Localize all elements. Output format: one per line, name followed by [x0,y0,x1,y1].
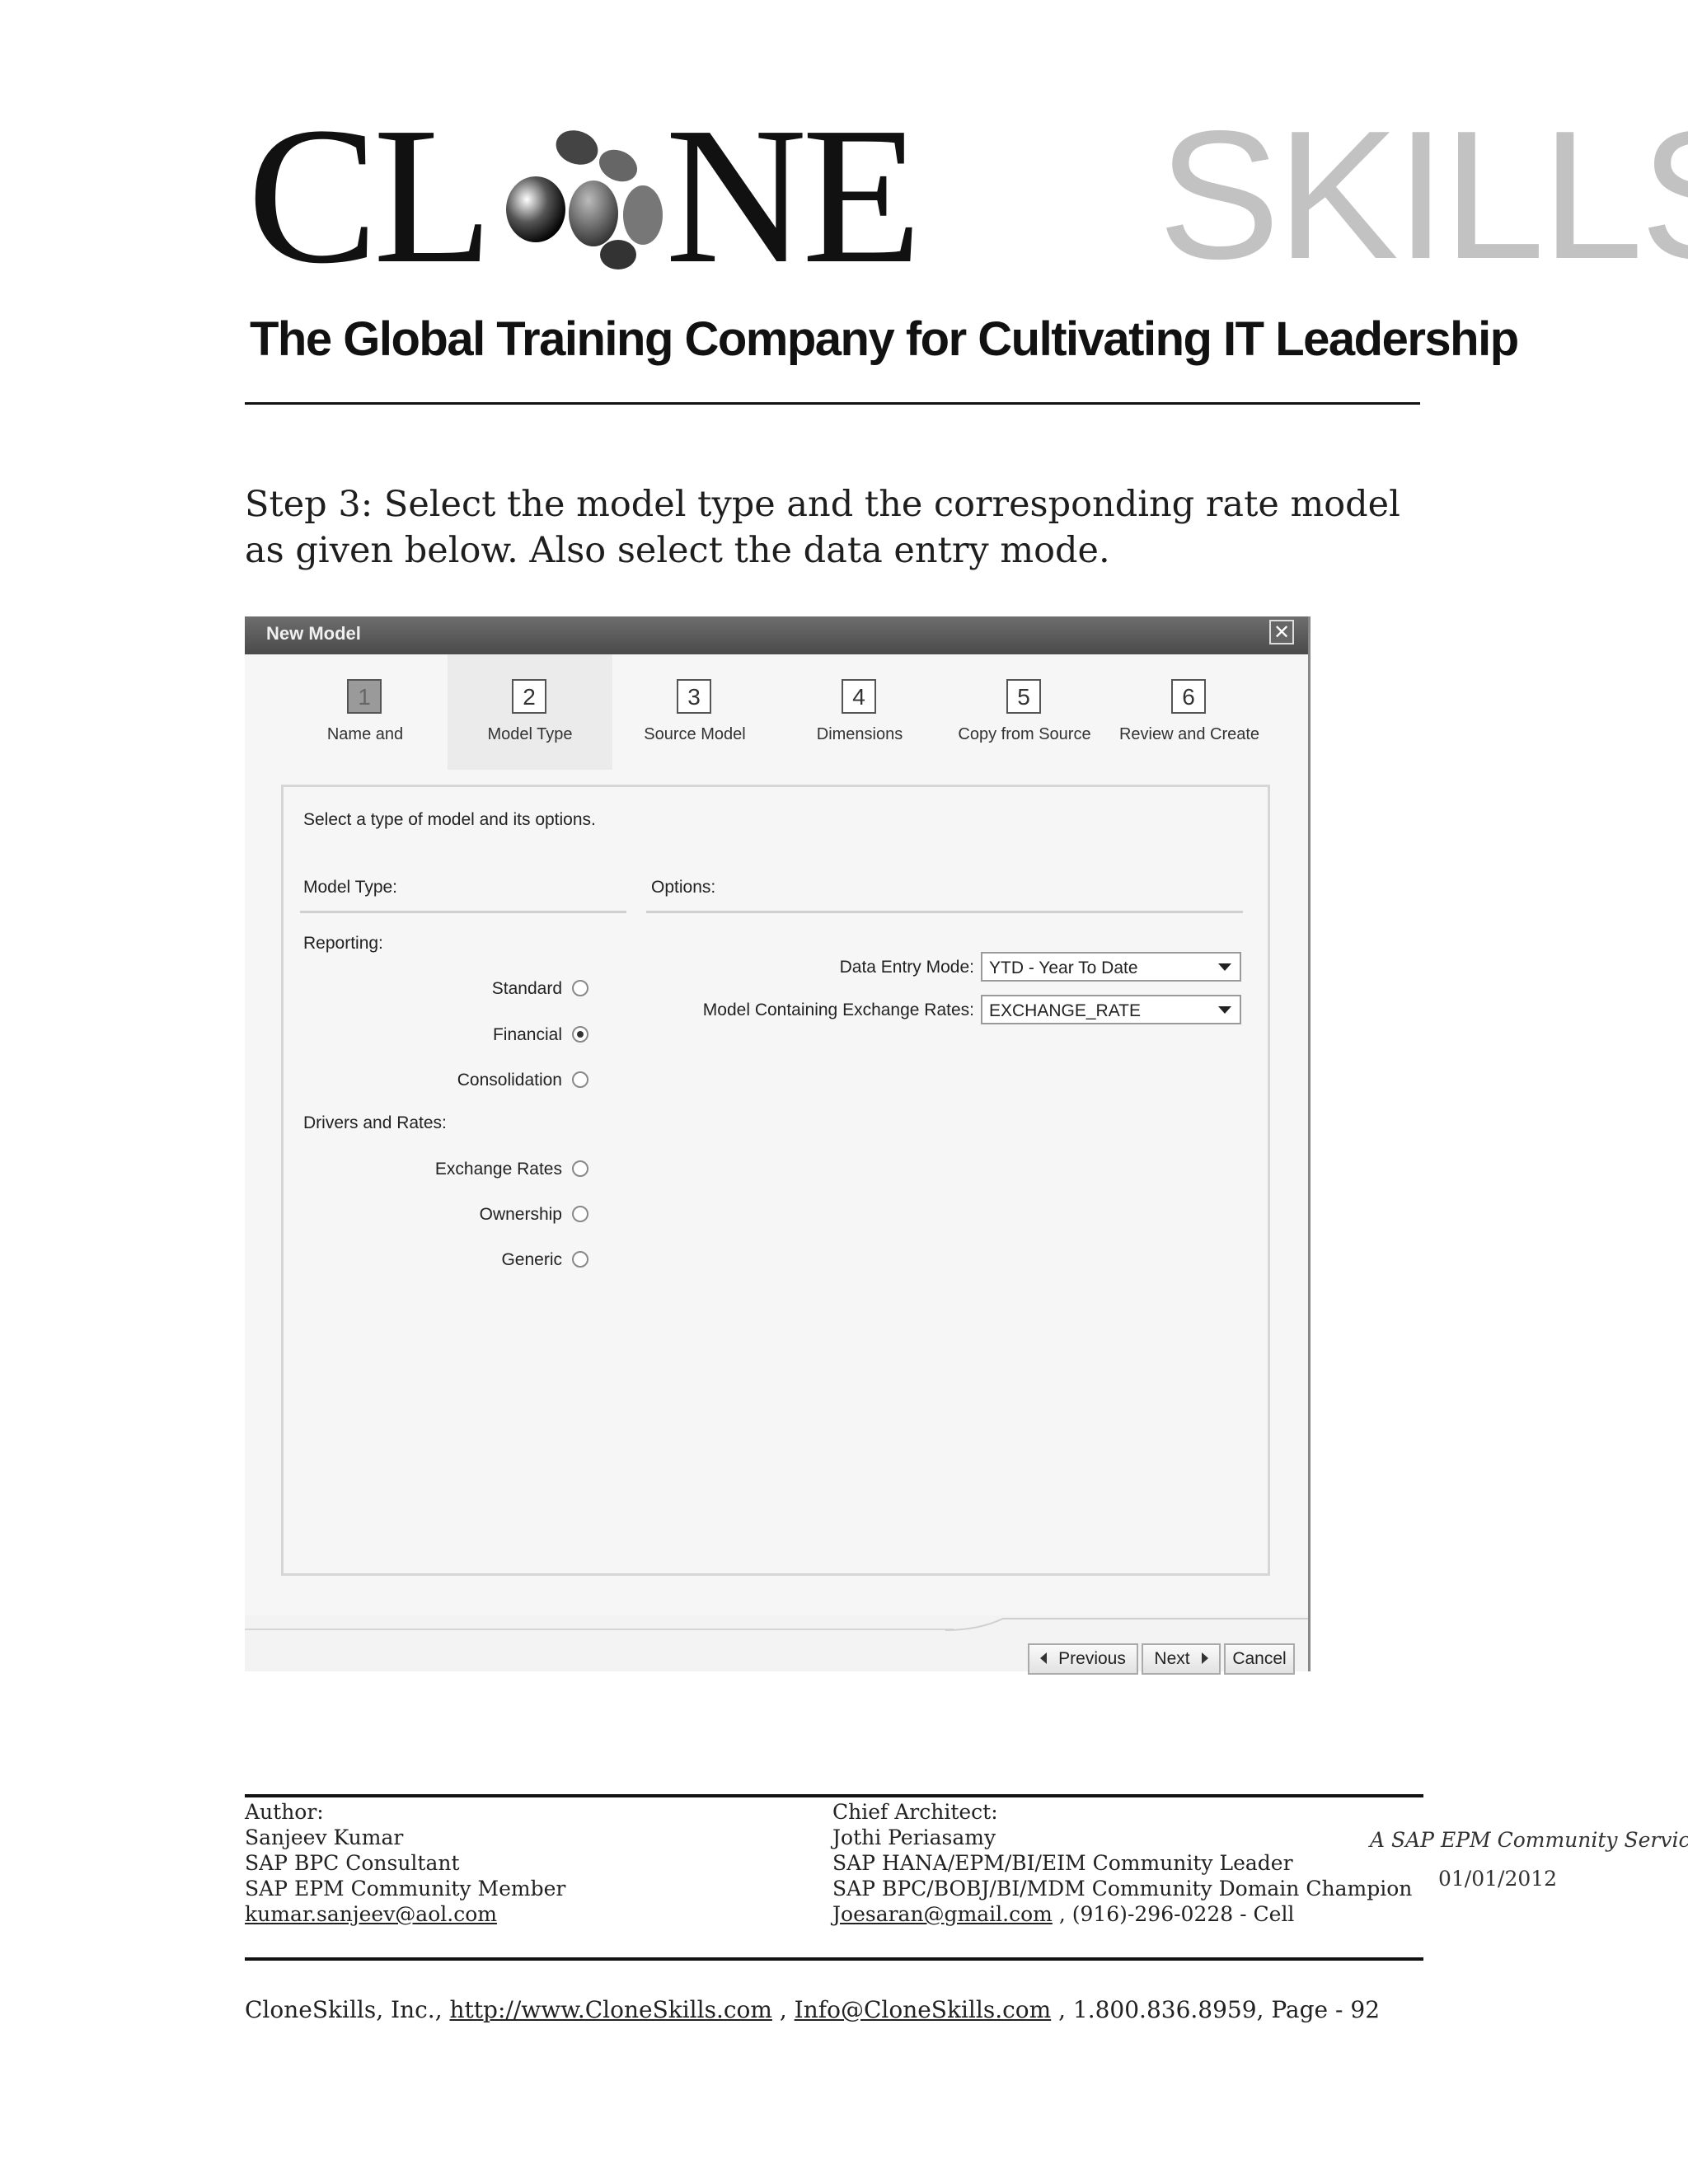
previous-button[interactable]: Previous [1028,1643,1138,1675]
model-type-divider [300,911,626,913]
wizard-step-1[interactable]: 1 Name and [283,654,448,770]
button-bar-curve [945,1618,1308,1631]
footer-rule-top [245,1794,1423,1797]
wizard-step-4[interactable]: 4 Dimensions [777,654,942,770]
author-email-link[interactable]: kumar.sanjeev@aol.com [245,1901,565,1927]
radio-exchange-rates[interactable]: Exchange Rates [284,1159,597,1180]
author-block: Author: Sanjeev Kumar SAP BPC Consultant… [245,1800,566,1927]
exchange-rate-model-select[interactable]: EXCHANGE_RATE [981,995,1241,1024]
drivers-group-label: Drivers and Rates: [303,1113,447,1132]
radio-ownership[interactable]: Ownership [284,1204,597,1226]
document-date: 01/01/2012 [1438,1867,1558,1891]
model-type-panel: Select a type of model and its options. … [281,785,1270,1576]
website-link[interactable]: http://www.CloneSkills.com [450,1996,772,2023]
panel-intro: Select a type of model and its options. [303,810,596,829]
radio-standard[interactable]: Standard [284,978,597,1000]
company-contact-line: CloneSkills, Inc., http://www.CloneSkill… [245,1996,1381,2023]
options-divider [646,911,1243,913]
close-icon[interactable]: ✕ [1269,620,1294,644]
tagline: The Global Training Company for Cultivat… [250,312,1519,366]
radio-selected-icon[interactable] [572,1026,588,1043]
next-button[interactable]: Next [1142,1643,1221,1675]
logo-dots-icon [506,130,663,269]
wizard-steps: 1 Name and 2 Model Type 3 Source Model 4… [245,654,1308,770]
radio-icon[interactable] [572,1251,588,1268]
data-entry-mode-label: Data Entry Mode: [839,958,974,977]
options-header: Options: [651,878,716,897]
new-model-dialog: New Model ✕ 1 Name and 2 Model Type 3 So… [245,616,1311,1675]
exchange-rate-model-field: Model Containing Exchange Rates: EXCHANG… [597,995,1241,1024]
cancel-button[interactable]: Cancel [1224,1643,1295,1675]
radio-financial[interactable]: Financial [284,1024,597,1046]
data-entry-mode-select[interactable]: YTD - Year To Date [981,952,1241,982]
wizard-step-2[interactable]: 2 Model Type [448,654,612,770]
reporting-group-label: Reporting: [303,934,383,953]
step-instruction: Step 3: Select the model type and the co… [245,484,1400,571]
wizard-step-6[interactable]: 6 Review and Create [1107,654,1272,770]
radio-icon[interactable] [572,980,588,996]
footer-rule-bottom [245,1957,1423,1961]
dialog-button-bar: Previous Next Cancel [245,1615,1308,1675]
header-divider [245,402,1420,405]
service-tagline: A SAP EPM Community Service [1370,1828,1688,1852]
radio-consolidation[interactable]: Consolidation [284,1070,597,1091]
arrow-left-icon [1040,1652,1048,1664]
arrow-right-icon [1201,1652,1208,1664]
radio-icon[interactable] [572,1071,588,1088]
logo-wordmark-light: SKILLS [1158,93,1688,298]
exchange-rate-model-label: Model Containing Exchange Rates: [702,1001,974,1019]
dialog-title: New Model [266,623,361,644]
wizard-step-5[interactable]: 5 Copy from Source [942,654,1107,770]
dialog-titlebar: New Model ✕ [245,616,1308,654]
radio-icon[interactable] [572,1206,588,1222]
chevron-down-icon[interactable] [1218,1006,1231,1014]
wizard-step-3[interactable]: 3 Source Model [612,654,777,770]
button-bar-divider [245,1629,954,1630]
cloneskills-logo: CLNE SKILLS [247,98,1688,294]
info-email-link[interactable]: Info@CloneSkills.com [795,1996,1052,2023]
model-type-header: Model Type: [303,878,398,897]
architect-email-link[interactable]: Joesaran@gmail.com [832,1902,1053,1926]
architect-block: Chief Architect: Jothi Periasamy SAP HAN… [832,1800,1413,1926]
chevron-down-icon[interactable] [1218,963,1231,971]
data-entry-mode-field: Data Entry Mode: YTD - Year To Date [597,952,1241,982]
radio-icon[interactable] [572,1160,588,1177]
radio-generic[interactable]: Generic [284,1249,597,1271]
